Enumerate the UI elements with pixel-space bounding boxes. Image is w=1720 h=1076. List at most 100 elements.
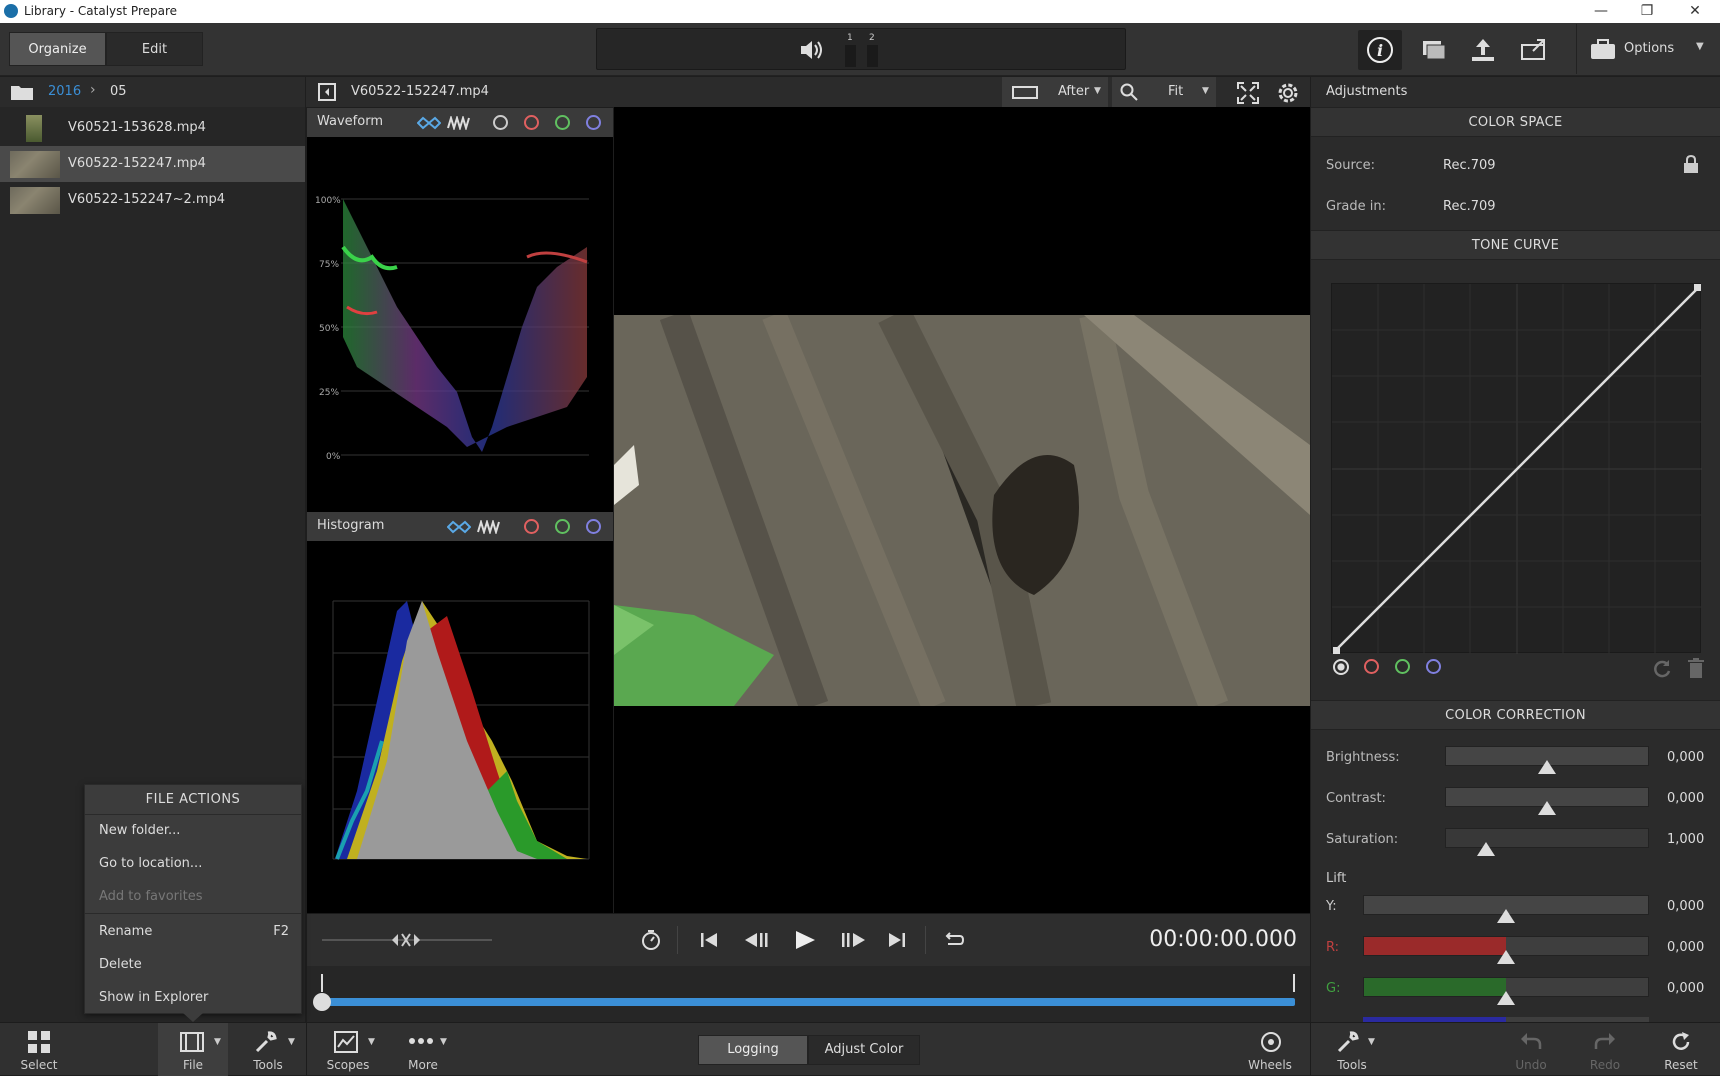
zoom-dropdown[interactable]: Fit ▼ xyxy=(1112,77,1216,107)
zoom-label: Fit xyxy=(1168,84,1184,99)
curve-red-channel-icon[interactable] xyxy=(1364,659,1379,674)
export-icon[interactable] xyxy=(1515,31,1553,69)
collapse-panel-icon[interactable] xyxy=(318,83,336,101)
out-marker[interactable] xyxy=(1293,974,1295,992)
video-viewer[interactable] xyxy=(614,107,1310,913)
file-row[interactable]: V60522-152247.mp4 xyxy=(0,146,305,182)
waveform-mode-icon[interactable] xyxy=(477,520,501,534)
menu-item-delete[interactable]: Delete xyxy=(99,957,142,972)
file-row[interactable]: V60521-153628.mp4 xyxy=(0,110,305,146)
adjust-color-tab[interactable]: Adjust Color xyxy=(808,1035,920,1065)
menu-item-go-to-location[interactable]: Go to location... xyxy=(99,856,202,871)
edit-tab[interactable]: Edit xyxy=(106,32,203,66)
curve-blue-channel-icon[interactable] xyxy=(1426,659,1441,674)
reset-button[interactable]: Reset xyxy=(1656,1023,1706,1076)
red-channel-icon[interactable] xyxy=(524,115,539,130)
saturation-handle[interactable] xyxy=(1477,842,1495,856)
menu-item-show-in-explorer[interactable]: Show in Explorer xyxy=(99,990,208,1005)
lock-icon[interactable] xyxy=(1682,154,1700,174)
blue-channel-icon[interactable] xyxy=(586,115,601,130)
parade-icon[interactable] xyxy=(417,116,441,130)
source-value[interactable]: Rec.709 xyxy=(1443,158,1496,173)
color-space-header[interactable]: COLOR SPACE xyxy=(1311,107,1720,137)
skip-to-end-icon[interactable] xyxy=(887,930,907,950)
breadcrumb-month[interactable]: 05 xyxy=(110,84,127,99)
lift-g-handle[interactable] xyxy=(1497,991,1515,1005)
brightness-value[interactable]: 0,000 xyxy=(1667,750,1704,765)
copy-icon[interactable] xyxy=(1413,31,1451,69)
adjust-tools-button[interactable]: ▼ Tools xyxy=(1322,1023,1382,1076)
redo-label: Redo xyxy=(1589,1058,1621,1072)
audio-channel-1-label: 1 xyxy=(847,33,853,43)
close-button[interactable]: ✕ xyxy=(1672,0,1718,23)
grade-in-value[interactable]: Rec.709 xyxy=(1443,199,1496,214)
color-correction-header[interactable]: COLOR CORRECTION xyxy=(1311,700,1720,730)
saturation-value[interactable]: 1,000 xyxy=(1667,832,1704,847)
folder-icon[interactable] xyxy=(10,83,34,101)
brightness-handle[interactable] xyxy=(1538,760,1556,774)
in-marker[interactable] xyxy=(321,974,323,992)
clip-name: V60522-152247.mp4 xyxy=(351,84,489,99)
audio-monitor: 1 2 xyxy=(596,28,1126,70)
wheels-button[interactable]: Wheels xyxy=(1240,1023,1300,1076)
red-channel-icon[interactable] xyxy=(524,519,539,534)
gear-icon[interactable] xyxy=(1275,80,1301,106)
loop-icon[interactable] xyxy=(943,930,965,950)
organize-tab[interactable]: Organize xyxy=(9,32,106,66)
minimize-button[interactable]: — xyxy=(1578,0,1624,23)
redo-button[interactable]: Redo xyxy=(1580,1023,1630,1076)
green-channel-icon[interactable] xyxy=(555,115,570,130)
undo-button[interactable]: Undo xyxy=(1506,1023,1556,1076)
stopwatch-icon[interactable] xyxy=(640,929,662,951)
play-icon[interactable] xyxy=(793,929,817,951)
reset-curve-icon[interactable] xyxy=(1651,657,1673,679)
file-button[interactable]: ▼ File xyxy=(158,1023,228,1076)
lift-y-value[interactable]: 0,000 xyxy=(1667,899,1704,914)
tone-curve-editor[interactable] xyxy=(1331,283,1702,654)
saturation-slider[interactable] xyxy=(1445,828,1649,848)
skip-to-start-icon[interactable] xyxy=(699,930,719,950)
playhead-handle[interactable] xyxy=(313,993,331,1011)
jog-shuttle-icon[interactable] xyxy=(391,932,421,948)
options-button[interactable]: Options ▼ xyxy=(1588,31,1720,69)
lift-y-label: Y: xyxy=(1326,899,1337,914)
curve-green-channel-icon[interactable] xyxy=(1395,659,1410,674)
info-button[interactable]: i xyxy=(1358,30,1402,70)
step-back-icon[interactable] xyxy=(743,930,771,950)
adjust-tools-label: Tools xyxy=(1337,1058,1367,1072)
menu-item-new-folder[interactable]: New folder... xyxy=(99,823,180,838)
menu-item-add-to-favorites[interactable]: Add to favorites xyxy=(99,889,203,904)
chevron-down-icon: ▼ xyxy=(1202,86,1209,96)
scopes-label: Scopes xyxy=(326,1058,370,1072)
luma-channel-icon[interactable] xyxy=(493,115,508,130)
restore-button[interactable]: ❐ xyxy=(1624,0,1670,23)
parade-icon[interactable] xyxy=(447,520,471,534)
speaker-icon[interactable] xyxy=(799,39,825,61)
green-channel-icon[interactable] xyxy=(555,519,570,534)
blue-channel-icon[interactable] xyxy=(586,519,601,534)
fullscreen-icon[interactable] xyxy=(1237,82,1259,104)
select-button[interactable]: Select xyxy=(0,1023,78,1076)
contrast-handle[interactable] xyxy=(1538,801,1556,815)
lift-y-handle[interactable] xyxy=(1497,909,1515,923)
curve-luma-channel-icon[interactable] xyxy=(1333,659,1349,675)
file-row[interactable]: V60522-152247~2.mp4 xyxy=(0,182,305,218)
timeline-range[interactable] xyxy=(321,998,1295,1006)
view-mode-dropdown[interactable]: After ▼ xyxy=(1002,77,1108,107)
trash-icon[interactable] xyxy=(1686,657,1706,679)
contrast-value[interactable]: 0,000 xyxy=(1667,791,1704,806)
menu-item-rename[interactable]: Rename xyxy=(99,924,152,939)
tone-curve-header[interactable]: TONE CURVE xyxy=(1311,230,1720,260)
tools-button[interactable]: ▼ Tools xyxy=(238,1023,298,1076)
lift-g-value[interactable]: 0,000 xyxy=(1667,981,1704,996)
scopes-button[interactable]: ▼ Scopes xyxy=(320,1023,376,1076)
waveform-mode-icon[interactable] xyxy=(447,116,471,130)
step-forward-icon[interactable] xyxy=(839,930,867,950)
breadcrumb-year[interactable]: 2016 xyxy=(48,84,81,99)
lift-r-handle[interactable] xyxy=(1497,950,1515,964)
more-button[interactable]: ▼ More xyxy=(398,1023,448,1076)
bottom-toolbar: Select ▼ File ▼ Tools ▼ Scopes ▼ More Lo… xyxy=(0,1022,1720,1076)
import-icon[interactable] xyxy=(1464,31,1502,69)
logging-tab[interactable]: Logging xyxy=(698,1035,808,1065)
lift-r-value[interactable]: 0,000 xyxy=(1667,940,1704,955)
